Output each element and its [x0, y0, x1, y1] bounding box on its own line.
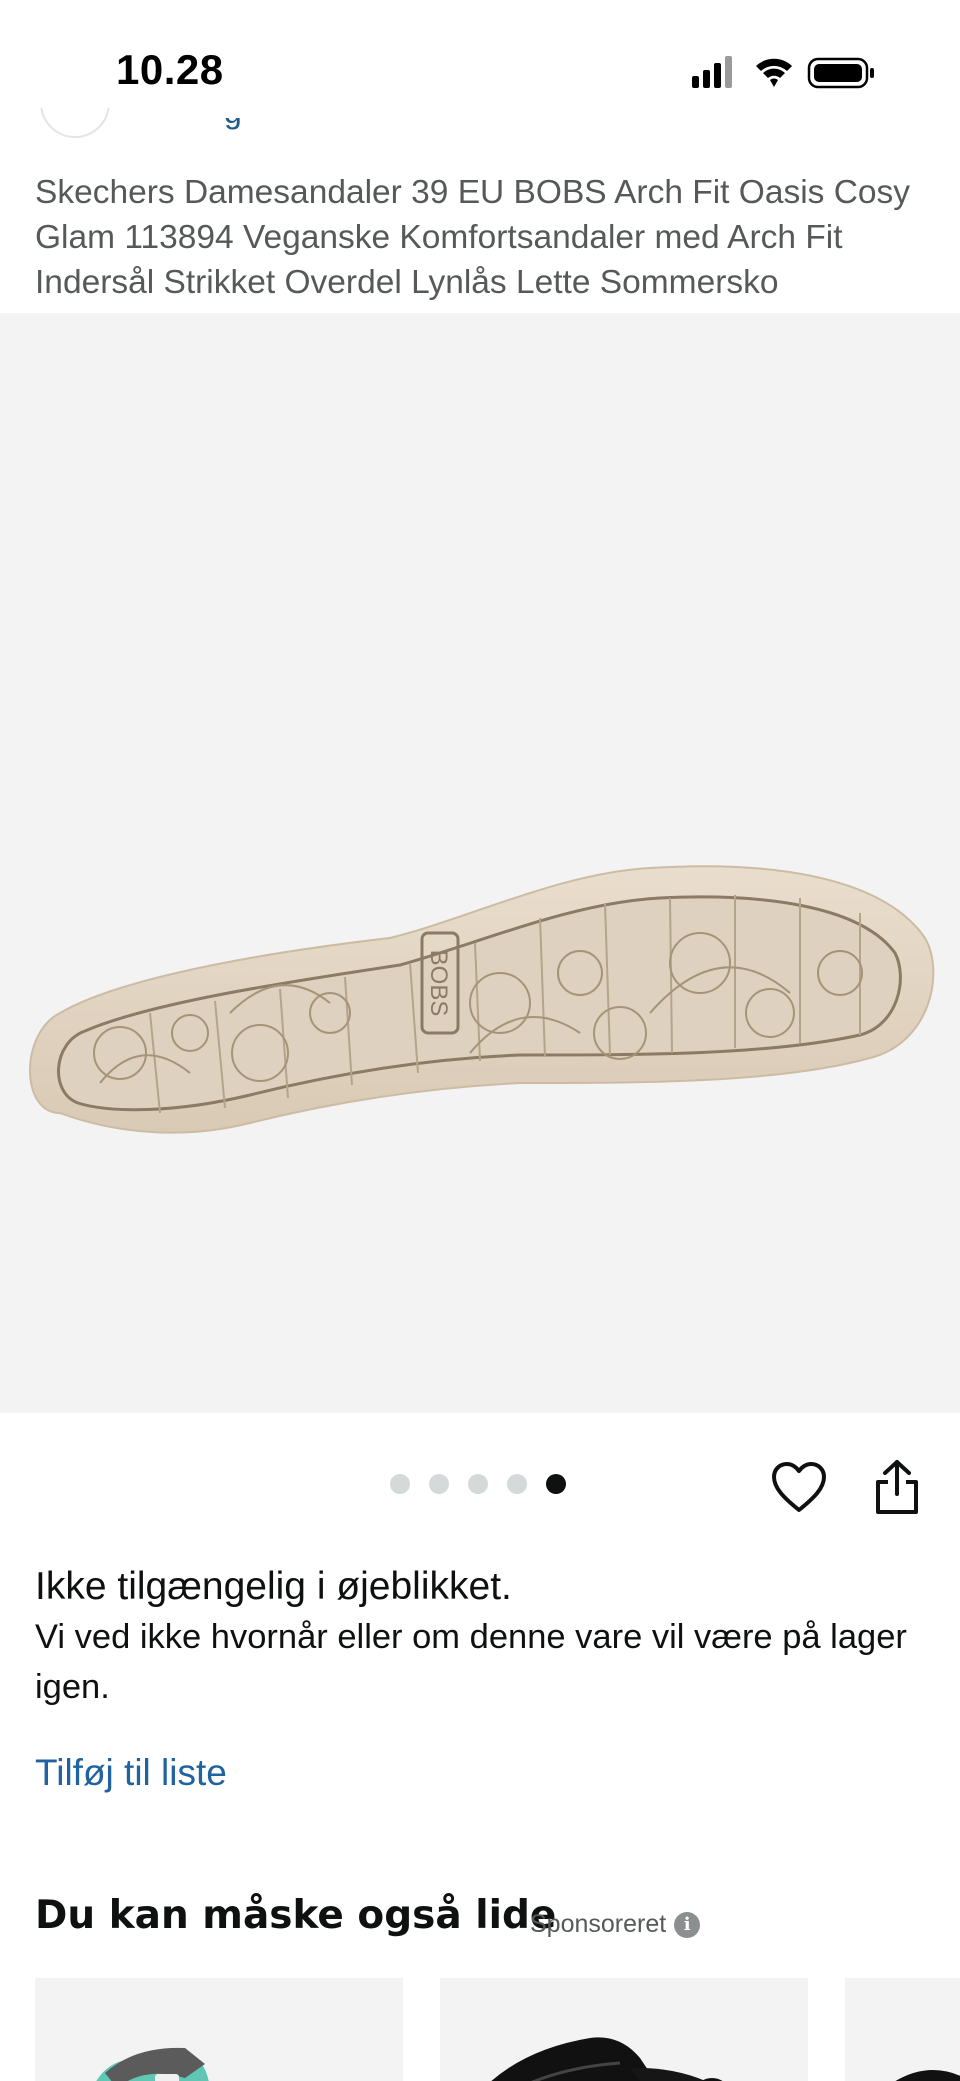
- availability-title: Ikke tilgængelig i øjeblikket.: [35, 1565, 512, 1608]
- share-icon: [876, 1460, 918, 1514]
- add-to-list-link[interactable]: Tilføj til liste: [35, 1752, 227, 1794]
- recommendation-card[interactable]: [845, 1978, 960, 2081]
- pagination-dot[interactable]: [468, 1474, 488, 1494]
- info-icon[interactable]: i: [674, 1911, 701, 1938]
- sponsored-label[interactable]: Sponsoreret i: [530, 1910, 701, 1939]
- share-button[interactable]: [872, 1458, 922, 1516]
- sole-logo-text: BOBS: [425, 950, 452, 1017]
- sponsored-text: Sponsoreret: [530, 1910, 667, 1938]
- pagination-dot-active[interactable]: [546, 1474, 566, 1494]
- pagination-dot[interactable]: [390, 1474, 410, 1494]
- status-icons: [692, 56, 874, 89]
- battery-icon: [807, 57, 874, 89]
- brand-link-partial[interactable]: g: [224, 118, 244, 136]
- product-thumbnail: [491, 2037, 723, 2081]
- status-time: 10.28: [116, 46, 224, 93]
- product-image-sandal-sole: BOBS: [29, 865, 935, 1134]
- availability-description: Vi ved ikke hvornår eller om denne vare …: [35, 1618, 907, 1706]
- status-bar: 10.28: [0, 0, 960, 128]
- product-title: Skechers Damesandaler 39 EU BOBS Arch Fi…: [35, 174, 911, 301]
- product-image-gallery[interactable]: BOBS: [0, 313, 960, 1413]
- recommendations-carousel[interactable]: [35, 1978, 960, 2081]
- signal-icon: [692, 56, 732, 88]
- recommendation-card[interactable]: [440, 1978, 808, 2081]
- add-to-wishlist-button[interactable]: [770, 1460, 828, 1516]
- wifi-icon: [756, 58, 792, 87]
- pagination-dot[interactable]: [507, 1474, 527, 1494]
- heart-icon: [772, 1462, 826, 1512]
- product-thumbnail: [895, 2070, 960, 2081]
- recommendation-card[interactable]: [35, 1978, 403, 2081]
- pagination-dot[interactable]: [429, 1474, 449, 1494]
- brand-logo-partial: [40, 108, 120, 148]
- recommendations-title: Du kan måske også lide: [35, 1893, 557, 1938]
- product-thumbnail: [96, 2047, 209, 2081]
- image-pagination-dots: [390, 1474, 566, 1496]
